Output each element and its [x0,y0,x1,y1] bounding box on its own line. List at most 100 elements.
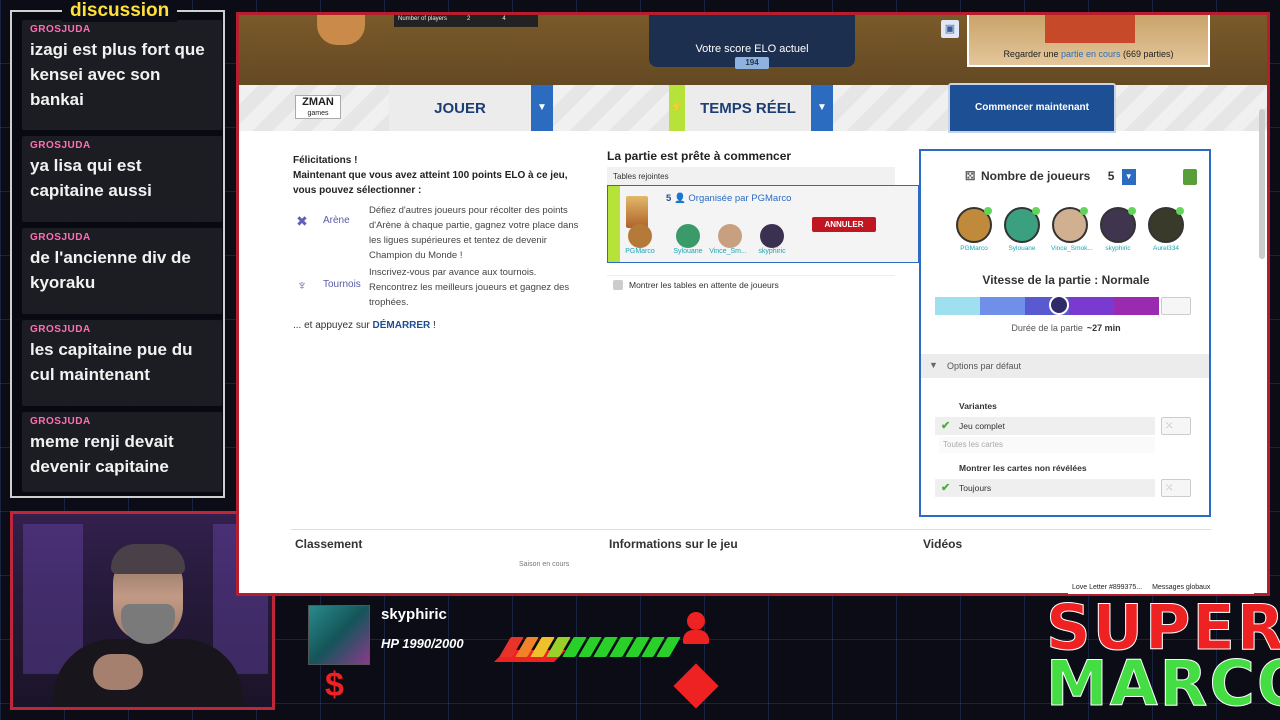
player-avatar-top [317,15,365,45]
ranking-title: Classement [295,537,363,551]
speed-toggle[interactable] [1161,297,1191,315]
chat-username: GROSJUDA [30,416,91,427]
season-select[interactable]: Saison en cours [519,561,569,568]
seat-name: skyphiric [1105,245,1131,252]
arena-icon: ✖ [296,213,308,229]
joined-tables-label: Tables rejointes [607,167,895,185]
arena-feature: ✖ Arène Défiez d'autres joueurs pour réc… [293,203,583,267]
variant-select[interactable]: ✔ Jeu complet [935,417,1155,435]
watch-game-link[interactable]: partie en cours [1061,49,1121,59]
player-avatar[interactable] [718,224,742,248]
hp-bar [499,637,681,657]
variant-toggle[interactable]: ⤫ [1161,417,1191,435]
seat-name: Vince_Smok... [1051,245,1093,252]
reveal-value: Toujours [959,483,992,493]
super-marco-logo: SUPER MARCO [1046,596,1280,720]
duration-label: Durée de la partie [1011,323,1083,333]
press-suffix: ! [430,320,436,331]
player-avatar[interactable] [676,224,700,248]
checkbox[interactable] [613,280,623,290]
logo-text: ZMAN [302,96,334,108]
hud-hp-text: HP 1990/2000 [381,636,464,651]
chat-text: ya lisa qui est capitaine aussi [30,156,152,200]
seat[interactable]: PGMarco [955,207,993,252]
videos-title: Vidéos [923,537,963,551]
congrats-title: Félicitations ! [293,155,358,166]
zman-logo: ZMAN games [295,95,341,119]
duration-value: ~27 min [1086,323,1121,333]
watch-prefix: Regarder une [1003,49,1061,59]
battery-icon [1183,169,1197,185]
chat-username: GROSJUDA [30,140,91,151]
show-waiting-toggle[interactable]: Montrer les tables en attente de joueurs [607,275,895,293]
chat-message: GROSJUDA les capitaine pue du cul mainte… [22,320,222,406]
tournaments-feature: ♆ Tournois Inscrivez-vous par avance aux… [293,265,583,308]
reveal-select[interactable]: ✔ Toujours [935,479,1155,497]
watch-count: (669 parties) [1120,49,1174,59]
player-name[interactable]: Vince_Sm... [706,248,750,255]
speed-slider-knob[interactable] [1049,295,1069,315]
hud-player-name: skyphiric [381,606,447,623]
person-icon [683,612,709,646]
chevron-down-icon: ▼ [929,360,938,370]
chat-text: meme renji devait devenir capitaine [30,432,174,476]
play-mode-label: JOUER [434,99,486,117]
default-options-header[interactable]: ▼ Options par défaut [921,354,1209,378]
player-count-selector[interactable]: ⚄ Nombre de joueurs 5 ▼ [965,169,1136,185]
mini-table-value: 4 [502,16,506,22]
watch-game-preview[interactable] [967,15,1210,67]
seat[interactable]: Sylouane [1003,207,1041,252]
chat-text: de l'ancienne div de kyoraku [30,248,191,292]
chat-panel: GROSJUDA izagi est plus fort que kensei … [10,10,225,498]
duration-line: Durée de la partie ~27 min [921,323,1211,333]
seat[interactable]: Aurel334 [1147,207,1185,252]
player-name[interactable]: Sylouane [666,248,710,255]
chat-title: discussion [62,0,178,22]
show-waiting-label: Montrer les tables en attente de joueurs [629,280,779,290]
seat-name: PGMarco [960,245,988,252]
reveal-toggle[interactable]: ⤫ [1161,479,1191,497]
arena-description: Défiez d'autres joueurs pour récolter de… [369,205,579,261]
table-card[interactable]: 5 👤 Organisée par PGMarco ANNULER PGMarc… [607,185,919,263]
player-avatar[interactable] [628,224,652,248]
tournaments-link[interactable]: Tournois [323,279,361,290]
logo-line2: MARCO [1046,647,1280,720]
seat-name: Sylouane [1008,245,1036,252]
tournaments-description: Inscrivez-vous par avance aux tournois. … [369,267,570,308]
player-avatar[interactable] [760,224,784,248]
start-now-button[interactable]: Commencer maintenant [948,83,1116,133]
elo-score-label: Votre score ELO actuel [695,43,809,55]
cancel-button[interactable]: ANNULER [812,217,876,232]
logo-subtext: games [307,110,329,117]
realtime-mode-button[interactable]: ⚡ TEMPS RÉEL ▼ [669,85,833,131]
variants-title: Variantes [959,401,997,411]
start-link[interactable]: DÉMARRER [373,320,431,331]
seat[interactable]: Vince_Smok... [1051,207,1093,252]
elo-score-value: 194 [735,57,769,69]
chevron-down-icon[interactable]: ▼ [1121,169,1136,185]
player-count-value: 5 [1107,169,1115,184]
chevron-down-icon[interactable]: ▼ [811,85,833,131]
check-icon: ✔ [941,482,951,494]
check-icon: ✔ [941,420,951,432]
chevron-down-icon[interactable]: ▼ [531,85,553,131]
press-prefix: ... et appuyez sur [293,320,373,331]
press-start-text: ... et appuyez sur DÉMARRER ! [293,320,436,331]
reveal-title: Montrer les cartes non révélées [959,463,1087,473]
chat-username: GROSJUDA [30,232,91,243]
image-icon[interactable]: ▣ [941,20,959,38]
chat-username: GROSJUDA [30,24,91,35]
chat-username: GROSJUDA [30,324,91,335]
realtime-mode-label: TEMPS RÉEL [700,99,796,117]
play-mode-button[interactable]: JOUER ▼ [389,85,553,131]
speed-slider[interactable] [935,297,1159,315]
seat[interactable]: skyphiric [1099,207,1137,252]
player-name[interactable]: skyphiric [750,248,794,255]
arena-link[interactable]: Arène [323,215,350,226]
divider [291,529,1211,530]
trophy-icon: ♆ [296,277,308,293]
organizer-name[interactable]: PGMarco [751,193,791,204]
game-info-title: Informations sur le jeu [609,537,738,551]
scrollbar[interactable] [1259,109,1265,259]
player-name[interactable]: PGMarco [618,248,662,255]
